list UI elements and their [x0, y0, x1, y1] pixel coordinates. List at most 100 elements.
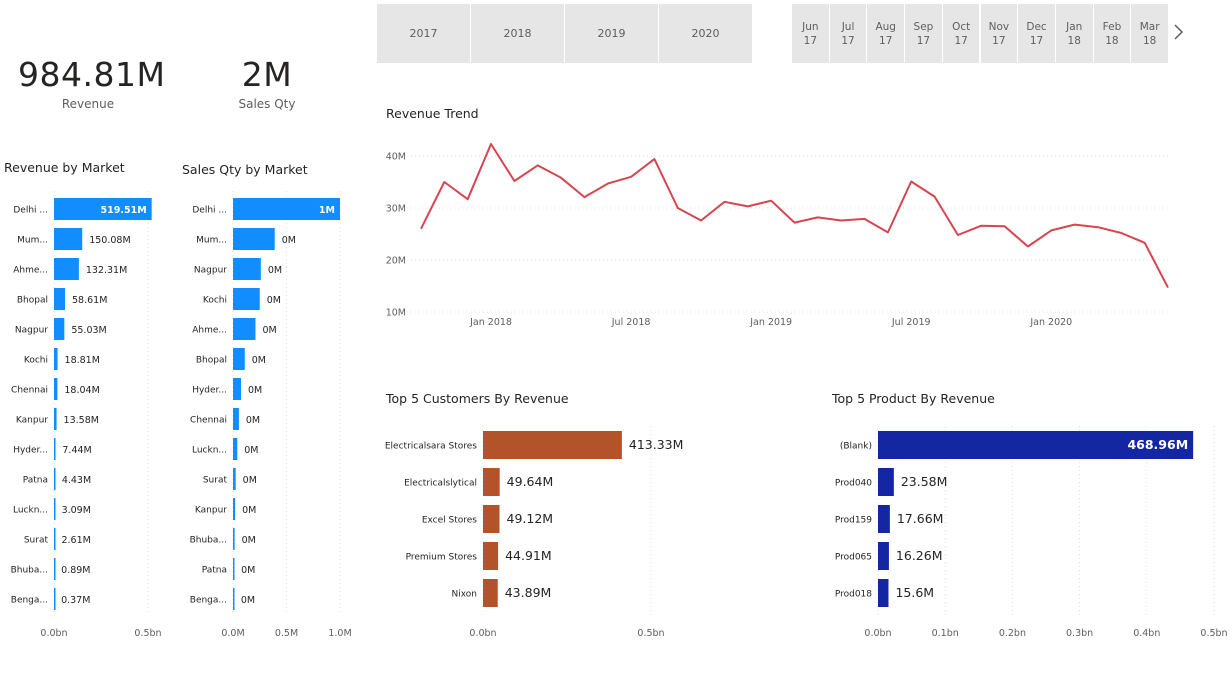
x-tick-label: 1.0M: [328, 628, 351, 639]
month-label: Jan: [1066, 20, 1083, 33]
data-label: 519.51M: [101, 205, 147, 216]
data-label: 49.64M: [507, 474, 554, 489]
x-tick-label: Jan 2018: [469, 317, 512, 328]
category-label: Benga...: [190, 596, 227, 606]
category-label: Bhuba...: [11, 566, 48, 576]
category-label: Surat: [203, 476, 228, 486]
category-label: Prod159: [835, 516, 872, 526]
month-button[interactable]: Oct 17: [942, 4, 981, 63]
category-label: Kanpur: [16, 416, 48, 426]
data-label: 0M: [282, 235, 296, 246]
bar: [483, 468, 500, 496]
data-label: 0M: [246, 415, 260, 426]
category-label: Ahme...: [13, 266, 48, 276]
month-label: Dec: [1026, 20, 1047, 33]
bar: [233, 318, 256, 340]
month-button[interactable]: Jan 18: [1055, 4, 1094, 63]
data-label: 1M: [319, 205, 335, 216]
bar: [54, 228, 83, 250]
revenue-kpi-label: Revenue: [61, 97, 115, 111]
data-label: 0.89M: [61, 565, 90, 576]
revenue-by-market-title: Revenue by Market: [4, 160, 125, 175]
data-label: 0M: [267, 295, 281, 306]
x-tick-label: 0.4bn: [1133, 628, 1160, 639]
bar: [54, 288, 66, 310]
bar: [233, 528, 235, 550]
category-label: Chennai: [190, 416, 227, 426]
category-label: Benga...: [11, 596, 48, 606]
y-tick-label: 10M: [386, 308, 406, 319]
month-button[interactable]: Jun 17: [792, 4, 830, 63]
month-year-label: 18: [1142, 34, 1157, 47]
x-tick-label: 0.2bn: [999, 628, 1026, 639]
category-label: Patna: [23, 476, 48, 486]
category-label: Prod018: [835, 590, 872, 600]
month-button[interactable]: Aug 17: [867, 4, 906, 63]
data-label: 16.26M: [896, 548, 943, 563]
bar: [233, 348, 245, 370]
data-label: 17.66M: [897, 511, 944, 526]
year-button-2019[interactable]: 2019: [565, 4, 659, 63]
revenue-trend-chart: 10M 20M 30M 40M Jan 2018 Jul 2018 Jan 2019 Jul …: [386, 143, 1170, 328]
chevron-right-icon[interactable]: [1172, 22, 1186, 42]
x-tick-label: 0.0bn: [864, 628, 891, 639]
category-label: Electricalsara Stores: [385, 442, 477, 452]
x-tick-label: 0.5bn: [637, 628, 664, 639]
month-year-label: 17: [841, 34, 855, 47]
category-label: Bhuba...: [190, 536, 227, 546]
bar: [54, 348, 58, 370]
bar: [233, 408, 239, 430]
month-label: Jul: [841, 20, 855, 33]
data-label: 13.58M: [64, 415, 99, 426]
x-tick-label: 0.0M: [221, 628, 244, 639]
category-label: Nagpur: [15, 326, 48, 336]
year-button-2017[interactable]: 2017: [377, 4, 471, 63]
year-button-2018[interactable]: 2018: [471, 4, 565, 63]
x-tick-label: Jan 2019: [749, 317, 792, 328]
bar: [54, 408, 57, 430]
month-year-label: 17: [916, 34, 931, 47]
month-button[interactable]: Dec 17: [1018, 4, 1056, 63]
x-tick-label: 0.0bn: [40, 628, 67, 639]
category-label: Ahme...: [192, 326, 227, 336]
month-year-label: 18: [1067, 34, 1081, 47]
bar: [878, 468, 894, 496]
bar: [233, 258, 261, 280]
category-label: (Blank): [840, 442, 872, 452]
data-label: 0M: [248, 385, 262, 396]
sales-qty-by-market-title: Sales Qty by Market: [182, 162, 308, 177]
month-label: Nov: [988, 20, 1010, 33]
data-label: 0M: [241, 595, 255, 606]
year-button-2020[interactable]: 2020: [659, 4, 753, 63]
category-label: Prod040: [835, 479, 872, 489]
data-label: 55.03M: [71, 325, 106, 336]
month-button[interactable]: Mar 18: [1131, 4, 1169, 63]
category-label: Luckn...: [192, 446, 227, 456]
x-tick-label: 0.5bn: [134, 628, 161, 639]
bar: [233, 438, 238, 460]
month-button[interactable]: Sep 17: [905, 4, 943, 63]
bar: [233, 288, 260, 310]
month-button[interactable]: Jul 17: [829, 4, 868, 63]
month-label: Oct: [952, 20, 971, 33]
category-label: Prod065: [835, 553, 872, 563]
bar: [233, 228, 275, 250]
category-label: Luckn...: [13, 506, 48, 516]
month-year-label: 17: [1029, 34, 1044, 47]
top5-products-title: Top 5 Product By Revenue: [832, 391, 995, 406]
data-label: 0.37M: [61, 595, 90, 606]
sales-qty-by-market-chart: 0.0M 0.5M 1.0M Delhi ... 1M Mum... 0M Nagpur 0M K…: [190, 191, 352, 639]
top5-customers-chart: 0.0bn 0.5bn Electricalsara Stores 413.33M El…: [385, 426, 683, 639]
revenue-trend-title: Revenue Trend: [386, 106, 479, 121]
data-label: 49.12M: [507, 511, 554, 526]
bar: [54, 318, 65, 340]
month-button[interactable]: Feb 18: [1093, 4, 1132, 63]
y-tick-label: 20M: [386, 256, 406, 267]
category-label: Bhopal: [196, 356, 227, 366]
category-label: Kochi: [203, 296, 227, 306]
x-tick-label: Jul 2018: [611, 317, 651, 328]
data-label: 0M: [262, 325, 276, 336]
data-label: 0M: [241, 565, 255, 576]
data-label: 0M: [244, 445, 258, 456]
month-button[interactable]: Nov 17: [980, 4, 1019, 63]
